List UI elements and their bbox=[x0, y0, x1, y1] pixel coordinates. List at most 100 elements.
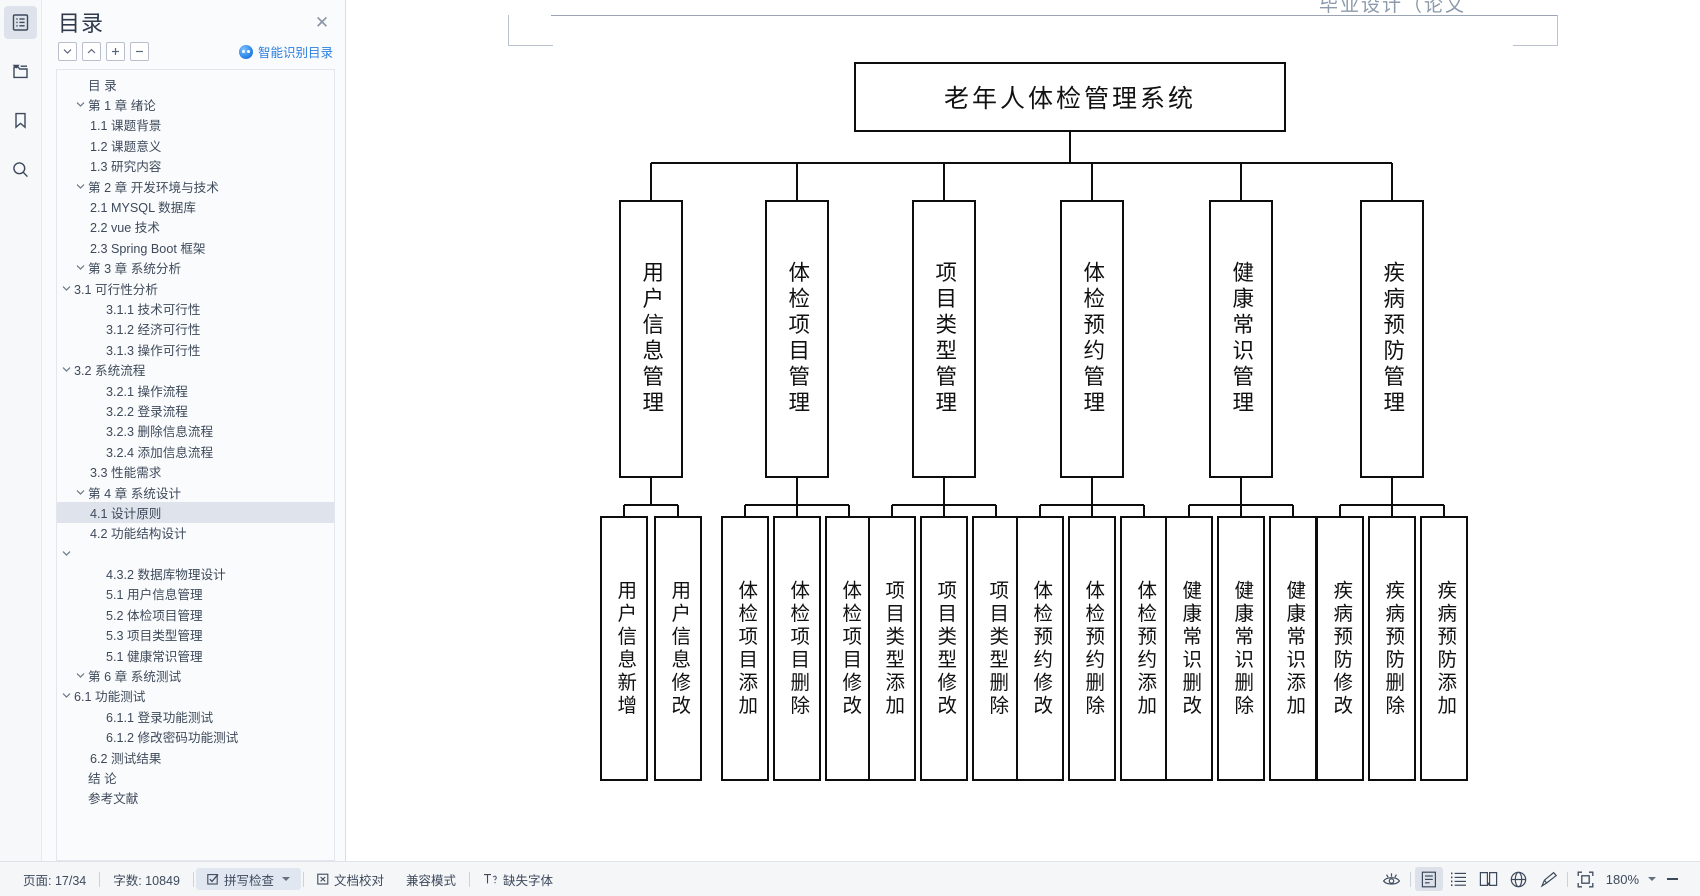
search-icon[interactable] bbox=[4, 153, 37, 186]
increase-level-button[interactable] bbox=[106, 42, 125, 61]
zoom-chevron-down-icon[interactable] bbox=[1648, 877, 1656, 881]
outline-item[interactable]: 参考文献 bbox=[57, 788, 334, 808]
outline-item[interactable]: 3.2 系统流程 bbox=[57, 359, 334, 379]
chevron-down-icon[interactable] bbox=[281, 877, 290, 881]
outline-item[interactable]: 5.3 项目类型管理 bbox=[57, 625, 334, 645]
attachment-icon[interactable] bbox=[4, 55, 37, 88]
decrease-level-button[interactable] bbox=[130, 42, 149, 61]
outline-item[interactable]: 第 2 章 开发环境与技术 bbox=[57, 176, 334, 196]
outline-item[interactable]: 2.1 MYSQL 数据库 bbox=[57, 196, 334, 216]
chevron-down-icon[interactable] bbox=[59, 366, 74, 373]
chevron-down-icon[interactable] bbox=[73, 101, 88, 108]
outline-item[interactable]: 3.1 可行性分析 bbox=[57, 278, 334, 298]
outline-item-label: 6.1.2 修改密码功能测试 bbox=[106, 731, 239, 746]
status-left-group: 页面: 17/34 字数: 10849 拼写检查 文档校对 兼容模式 缺失字体 bbox=[0, 868, 564, 890]
outline-item-label: 3.1.2 经济可行性 bbox=[106, 323, 201, 338]
level3-node: 体检项目修改 bbox=[825, 516, 873, 781]
word-count: 字数: 10849 bbox=[113, 873, 180, 888]
chevron-down-icon[interactable] bbox=[59, 285, 74, 292]
outline-item-label: 结 论 bbox=[88, 771, 117, 786]
outline-item[interactable]: 1.1 课题背景 bbox=[57, 115, 334, 135]
status-divider bbox=[1409, 871, 1411, 887]
level2-node: 用户信息管理 bbox=[619, 200, 683, 478]
outline-item[interactable]: 1.3 研究内容 bbox=[57, 156, 334, 176]
outline-item[interactable]: 3.2.1 操作流程 bbox=[57, 380, 334, 400]
pen-view-icon[interactable] bbox=[1535, 867, 1563, 891]
document-viewport[interactable]: 毕业设计（论文 老年人体检管理系统 用户信息管理 体检项目管理 项目类型管理 体检预约管… bbox=[346, 0, 1700, 861]
level3-node: 体检项目添加 bbox=[721, 516, 769, 781]
chevron-down-icon[interactable] bbox=[73, 489, 88, 496]
chevron-down-icon[interactable] bbox=[73, 672, 88, 679]
outline-item[interactable]: 1.2 课题意义 bbox=[57, 135, 334, 155]
outline-item[interactable]: 3.2.2 登录流程 bbox=[57, 400, 334, 420]
outline-view-icon[interactable] bbox=[1445, 867, 1473, 891]
eye-icon[interactable] bbox=[1378, 867, 1406, 891]
outline-item[interactable]: 6.2 测试结果 bbox=[57, 747, 334, 767]
outline-item[interactable]: 3.1.1 技术可行性 bbox=[57, 298, 334, 318]
outline-item[interactable]: 6.1.1 登录功能测试 bbox=[57, 706, 334, 726]
book-view-icon[interactable] bbox=[1475, 867, 1503, 891]
missing-font-button[interactable]: 缺失字体 bbox=[472, 868, 564, 890]
outline-icon[interactable] bbox=[4, 6, 37, 39]
page-header-rule bbox=[551, 15, 1558, 16]
outline-item[interactable]: 4.2 功能结构设计 bbox=[57, 523, 334, 543]
level3-node: 疾病预防删除 bbox=[1368, 516, 1416, 781]
level3-node: 体检预约添加 bbox=[1120, 516, 1168, 781]
status-divider bbox=[469, 871, 470, 887]
outline-item[interactable]: 6.1 功能测试 bbox=[57, 686, 334, 706]
expand-all-button[interactable] bbox=[58, 42, 77, 61]
outline-item[interactable]: 3.2.4 添加信息流程 bbox=[57, 441, 334, 461]
fit-page-icon[interactable] bbox=[1572, 867, 1600, 891]
spellcheck-button[interactable]: 拼写检查 bbox=[195, 868, 301, 890]
outline-item[interactable]: 5.1 健康常识管理 bbox=[57, 645, 334, 665]
outline-tree-container[interactable]: 目 录第 1 章 绪论 1.1 课题背景 1.2 课题意义 1.3 研究内容第 2 章… bbox=[56, 69, 335, 861]
chevron-down-icon[interactable] bbox=[73, 264, 88, 271]
chevron-down-icon[interactable] bbox=[59, 692, 74, 699]
outline-item[interactable]: 3.1.2 经济可行性 bbox=[57, 319, 334, 339]
node-label: 疾病预防添加 bbox=[1433, 579, 1455, 718]
level3-node: 项目类型添加 bbox=[868, 516, 916, 781]
outline-tree: 目 录第 1 章 绪论 1.1 课题背景 1.2 课题意义 1.3 研究内容第 2 章… bbox=[57, 74, 334, 808]
outline-item[interactable]: 3.2.3 删除信息流程 bbox=[57, 421, 334, 441]
outline-item[interactable]: 3.1.3 操作可行性 bbox=[57, 339, 334, 359]
outline-panel: 目录 ✕ 智能识别目录 目 录 第 1 章 绪论 1.1 课题背景 1.2 课题… bbox=[42, 0, 346, 861]
outline-item[interactable]: 2.2 vue 技术 bbox=[57, 217, 334, 237]
close-icon[interactable]: ✕ bbox=[311, 11, 333, 33]
outline-item[interactable]: 2.3 Spring Boot 框架 bbox=[57, 237, 334, 257]
node-label: 疾病预防管理 bbox=[1380, 261, 1405, 417]
node-label: 项目类型管理 bbox=[932, 261, 957, 417]
page-view-icon[interactable] bbox=[1414, 867, 1443, 891]
outline-item[interactable]: 6.1.2 修改密码功能测试 bbox=[57, 727, 334, 747]
outline-item[interactable]: 5.1 用户信息管理 bbox=[57, 584, 334, 604]
functional-structure-diagram: 老年人体检管理系统 用户信息管理 体检项目管理 项目类型管理 体检预约管理 健康常识管理疾… bbox=[346, 45, 1558, 805]
compatibility-mode-label: 兼容模式 bbox=[405, 873, 456, 888]
proofread-label: 文档校对 bbox=[333, 873, 384, 888]
node-label: 健康常识删除 bbox=[1230, 579, 1252, 718]
outline-item[interactable]: 结 论 bbox=[57, 767, 334, 787]
collapse-all-button[interactable] bbox=[82, 42, 101, 61]
outline-item[interactable]: 第 4 章 系统设计 bbox=[57, 482, 334, 502]
outline-item[interactable]: 第 6 章 系统测试 bbox=[57, 665, 334, 685]
spellcheck-label: 拼写检查 bbox=[223, 873, 274, 888]
document-page: 毕业设计（论文 老年人体检管理系统 用户信息管理 体检项目管理 项目类型管理 体检预约管… bbox=[346, 0, 1558, 828]
outline-item[interactable]: 目 录 bbox=[57, 74, 334, 94]
outline-item[interactable]: 4.3.2 数据库物理设计 bbox=[57, 563, 334, 583]
outline-item[interactable]: 第 1 章 绪论 bbox=[57, 94, 334, 114]
outline-item[interactable]: 3.3 性能需求 bbox=[57, 461, 334, 481]
chevron-down-icon[interactable] bbox=[59, 550, 74, 557]
status-divider bbox=[192, 871, 194, 887]
chevron-down-icon[interactable] bbox=[73, 183, 88, 190]
web-view-icon[interactable] bbox=[1505, 867, 1533, 891]
outline-item[interactable]: 4.1 设计原则 bbox=[57, 502, 334, 523]
node-label: 体检项目添加 bbox=[734, 579, 756, 718]
outline-item[interactable] bbox=[57, 543, 334, 563]
zoom-out-button[interactable] bbox=[1658, 867, 1686, 891]
outline-item-label: 3.1 可行性分析 bbox=[74, 282, 158, 297]
bookmark-icon[interactable] bbox=[4, 104, 37, 137]
proofread-button[interactable]: 文档校对 bbox=[306, 868, 395, 890]
outline-item-label: 目 录 bbox=[88, 78, 117, 93]
outline-item[interactable]: 第 3 章 系统分析 bbox=[57, 258, 334, 278]
outline-item[interactable]: 5.2 体检项目管理 bbox=[57, 604, 334, 624]
smart-toc-button[interactable]: 智能识别目录 bbox=[238, 42, 333, 61]
zoom-level-button[interactable]: 180% bbox=[1602, 872, 1643, 887]
